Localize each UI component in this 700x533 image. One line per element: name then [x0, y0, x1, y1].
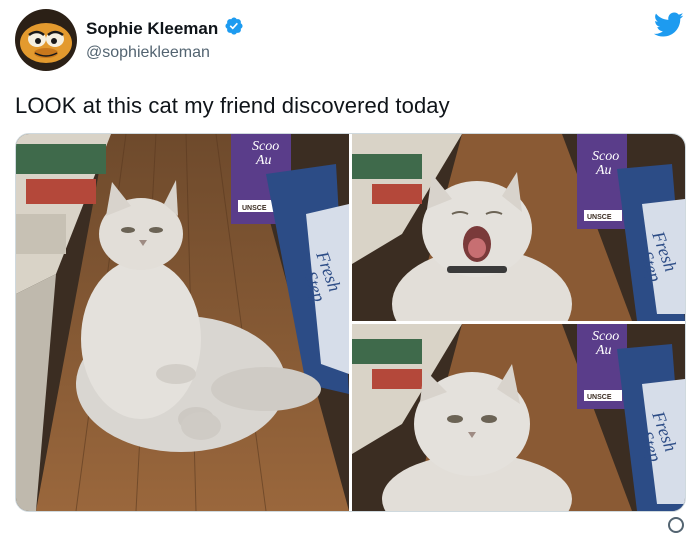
author-name[interactable]: Sophie Kleeman: [86, 19, 218, 39]
product-unscented-text: UNSCE: [587, 394, 612, 401]
photo-cat-yawning[interactable]: Scoo Au UNSCE Fresh Step: [352, 134, 685, 321]
verified-badge-icon: [224, 16, 244, 41]
photo-cat-lounging[interactable]: Scoo Au UNSCE Fresh Step: [16, 134, 349, 511]
product-scoop2-text: Au: [595, 163, 612, 178]
photo-cat-looking[interactable]: Scoo Au UNSCE Fresh Step: [352, 324, 685, 511]
author-handle[interactable]: @sophiekleeman: [86, 44, 210, 62]
avatar-image: [15, 9, 77, 71]
tweet-text: LOOK at this cat my friend discovered to…: [15, 93, 450, 118]
product-unscented-text: UNSCE: [587, 214, 612, 221]
twitter-bird-icon[interactable]: [653, 12, 684, 38]
avatar[interactable]: [15, 9, 77, 71]
product-scoop-text: Scoo: [592, 149, 619, 164]
product-scoop-text: Scoo: [592, 329, 619, 344]
product-scoop2-text: Au: [595, 343, 612, 358]
media-grid: Scoo Au UNSCE Fresh Step Scoo Au UNSCE F…: [15, 133, 686, 512]
product-scoop2-text: Au: [255, 153, 272, 168]
author-name-row[interactable]: Sophie Kleeman: [86, 16, 244, 41]
product-scoop-text: Scoo: [252, 139, 279, 154]
info-icon[interactable]: [668, 517, 684, 533]
product-unscented-text: UNSCE: [242, 205, 267, 212]
